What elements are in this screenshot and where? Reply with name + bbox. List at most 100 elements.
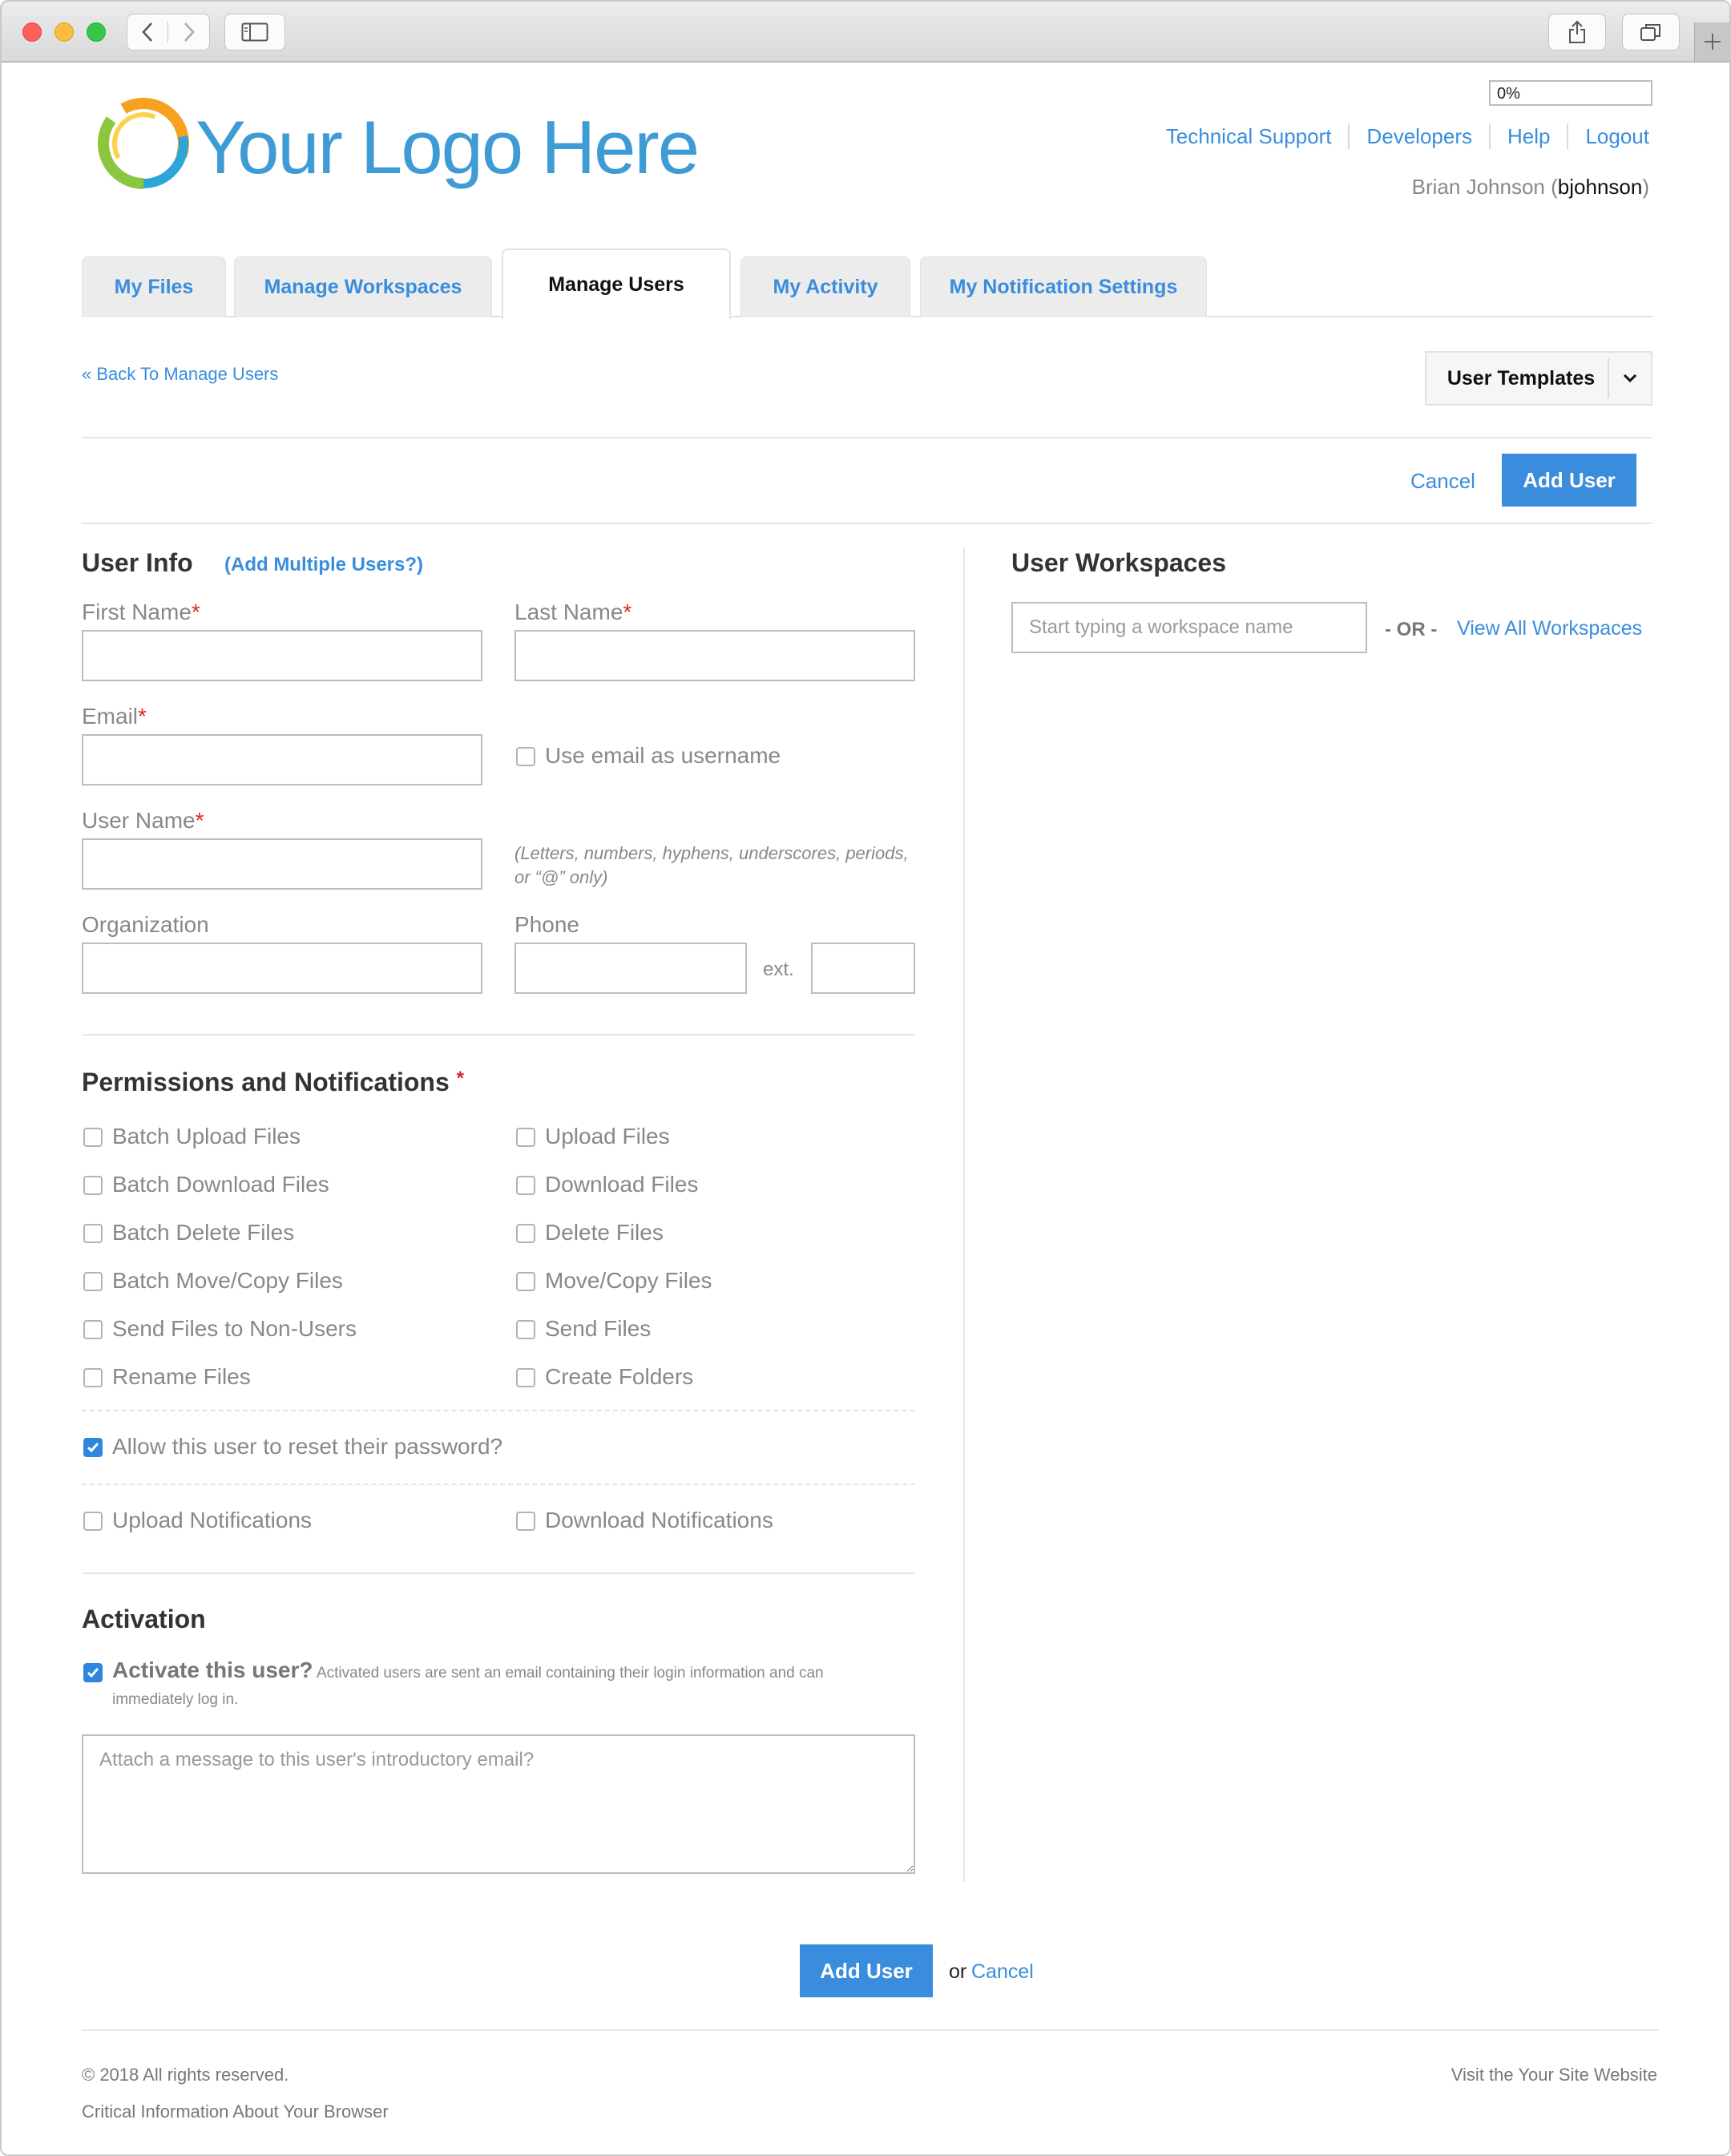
use-email-as-username-checkbox[interactable] [516, 747, 535, 766]
close-window-button[interactable] [22, 22, 42, 42]
current-user: Brian Johnson (bjohnson) [1411, 175, 1649, 199]
forward-icon[interactable] [168, 22, 209, 42]
first-name-label: First Name* [82, 600, 200, 624]
create-folders-checkbox[interactable] [516, 1368, 535, 1387]
send-files-to-non-users-checkbox[interactable] [83, 1320, 103, 1339]
first-name-field[interactable] [82, 630, 482, 681]
tabs-icon [1640, 24, 1660, 41]
tab-my-files[interactable]: My Files [82, 256, 226, 317]
add-user-button-bottom[interactable]: Add User [800, 1944, 933, 1997]
organization-label: Organization [82, 912, 209, 937]
minimize-window-button[interactable] [54, 22, 74, 42]
site-logo[interactable]: Your Logo Here [91, 91, 700, 197]
batch-download-files-checkbox[interactable] [83, 1176, 103, 1195]
activate-user-checkbox[interactable] [83, 1663, 103, 1682]
divider [82, 437, 1652, 438]
rename-files-label: Rename Files [112, 1364, 251, 1389]
sidebar-toggle-button[interactable] [224, 14, 285, 50]
last-name-field[interactable] [514, 630, 915, 681]
delete-files-label: Delete Files [545, 1220, 664, 1245]
send-files-checkbox[interactable] [516, 1320, 535, 1339]
divider [82, 523, 1652, 524]
upload-notifications-label: Upload Notifications [112, 1508, 313, 1532]
back-icon[interactable] [127, 22, 169, 42]
tab-my-activity[interactable]: My Activity [740, 256, 910, 317]
batch-move-copy-files-checkbox[interactable] [83, 1272, 103, 1291]
tab-manage-users[interactable]: Manage Users [502, 248, 731, 319]
phone-ext-field[interactable] [811, 943, 915, 994]
user-name-field[interactable] [82, 838, 482, 890]
batch-delete-files-checkbox[interactable] [83, 1224, 103, 1243]
visit-site-link[interactable]: Visit the Your Site Website [1451, 2065, 1657, 2085]
cancel-link-bottom[interactable]: Cancel [971, 1960, 1034, 1984]
technical-support-link[interactable]: Technical Support [1166, 123, 1349, 149]
user-full-name: Brian Johnson [1411, 175, 1545, 199]
batch-upload-files-checkbox[interactable] [83, 1128, 103, 1147]
or-text: or [949, 1960, 967, 1983]
top-links: Technical Support Developers Help Logout [1166, 123, 1649, 149]
developers-link[interactable]: Developers [1348, 123, 1489, 149]
back-to-manage-users-link[interactable]: « Back To Manage Users [82, 364, 278, 385]
sidebar-icon [241, 22, 268, 42]
user-info-heading: User Info [82, 548, 193, 577]
share-button[interactable] [1548, 14, 1606, 50]
download-files-checkbox[interactable] [516, 1176, 535, 1195]
user-name-label: User Name* [82, 808, 204, 833]
download-notifications-checkbox[interactable] [516, 1512, 535, 1531]
browser-toolbar [2, 2, 1729, 63]
column-divider [963, 548, 965, 1882]
create-folders-label: Create Folders [545, 1364, 694, 1389]
download-notifications-label: Download Notifications [545, 1508, 773, 1532]
plus-icon [1704, 34, 1721, 50]
tab-my-notification-settings[interactable]: My Notification Settings [920, 256, 1207, 317]
phone-field[interactable] [514, 943, 747, 994]
chevron-down-icon[interactable] [1608, 358, 1651, 398]
user-templates-label: User Templates [1447, 366, 1596, 390]
logo-text: Your Logo Here [196, 105, 700, 189]
checkmark-icon [87, 1668, 99, 1678]
divider [82, 1034, 915, 1036]
cancel-link-top[interactable]: Cancel [1410, 469, 1475, 494]
workspace-search-input[interactable]: Start typing a workspace name [1011, 602, 1367, 653]
last-name-label: Last Name* [514, 600, 632, 624]
user-workspaces-heading: User Workspaces [1011, 548, 1226, 577]
logout-link[interactable]: Logout [1567, 123, 1649, 149]
main-tabs: My Files Manage Workspaces Manage Users … [82, 248, 1652, 319]
back-forward-group [127, 14, 210, 50]
tab-manage-workspaces[interactable]: Manage Workspaces [234, 256, 492, 317]
user-templates-dropdown[interactable]: User Templates [1425, 351, 1652, 406]
workspace-search-placeholder: Start typing a workspace name [1029, 616, 1293, 638]
organization-field[interactable] [82, 943, 482, 994]
footer-divider [82, 2029, 1659, 2031]
delete-files-checkbox[interactable] [516, 1224, 535, 1243]
reset-password-label: Allow this user to reset their password? [112, 1434, 503, 1459]
view-all-workspaces-link[interactable]: View All Workspaces [1457, 617, 1642, 640]
permissions-heading: Permissions and Notifications * [82, 1068, 464, 1096]
upload-files-label: Upload Files [545, 1124, 670, 1149]
zoom-window-button[interactable] [87, 22, 106, 42]
move-copy-files-checkbox[interactable] [516, 1272, 535, 1291]
browser-window: Your Logo Here 0% Technical Support Deve… [0, 0, 1731, 2156]
activate-user-text: Activate this user? Activated users are … [112, 1657, 824, 1708]
activate-user-label: Activate this user? [112, 1657, 313, 1682]
use-email-as-username-label: Use email as username [545, 743, 781, 768]
help-link[interactable]: Help [1488, 123, 1567, 149]
add-user-button-top[interactable]: Add User [1502, 454, 1636, 507]
phone-label: Phone [514, 912, 579, 937]
email-field[interactable] [82, 734, 482, 785]
upload-files-checkbox[interactable] [516, 1128, 535, 1147]
batch-download-files-label: Batch Download Files [112, 1172, 329, 1197]
tabs-overview-button[interactable] [1622, 14, 1680, 50]
critical-info-link[interactable]: Critical Information About Your Browser [82, 2101, 389, 2122]
add-multiple-users-link[interactable]: (Add Multiple Users?) [224, 554, 423, 576]
activation-heading: Activation [82, 1605, 206, 1633]
move-copy-files-label: Move/Copy Files [545, 1268, 712, 1293]
reset-password-checkbox[interactable] [83, 1438, 103, 1457]
rename-files-checkbox[interactable] [83, 1368, 103, 1387]
intro-message-textarea[interactable] [82, 1734, 915, 1874]
send-files-to-non-users-label: Send Files to Non-Users [112, 1316, 357, 1341]
upload-notifications-checkbox[interactable] [83, 1512, 103, 1531]
new-tab-button[interactable] [1694, 22, 1729, 61]
copyright-text: © 2018 All rights reserved. [82, 2065, 289, 2085]
activate-user-description: Activated users are sent an email contai… [316, 1665, 824, 1682]
